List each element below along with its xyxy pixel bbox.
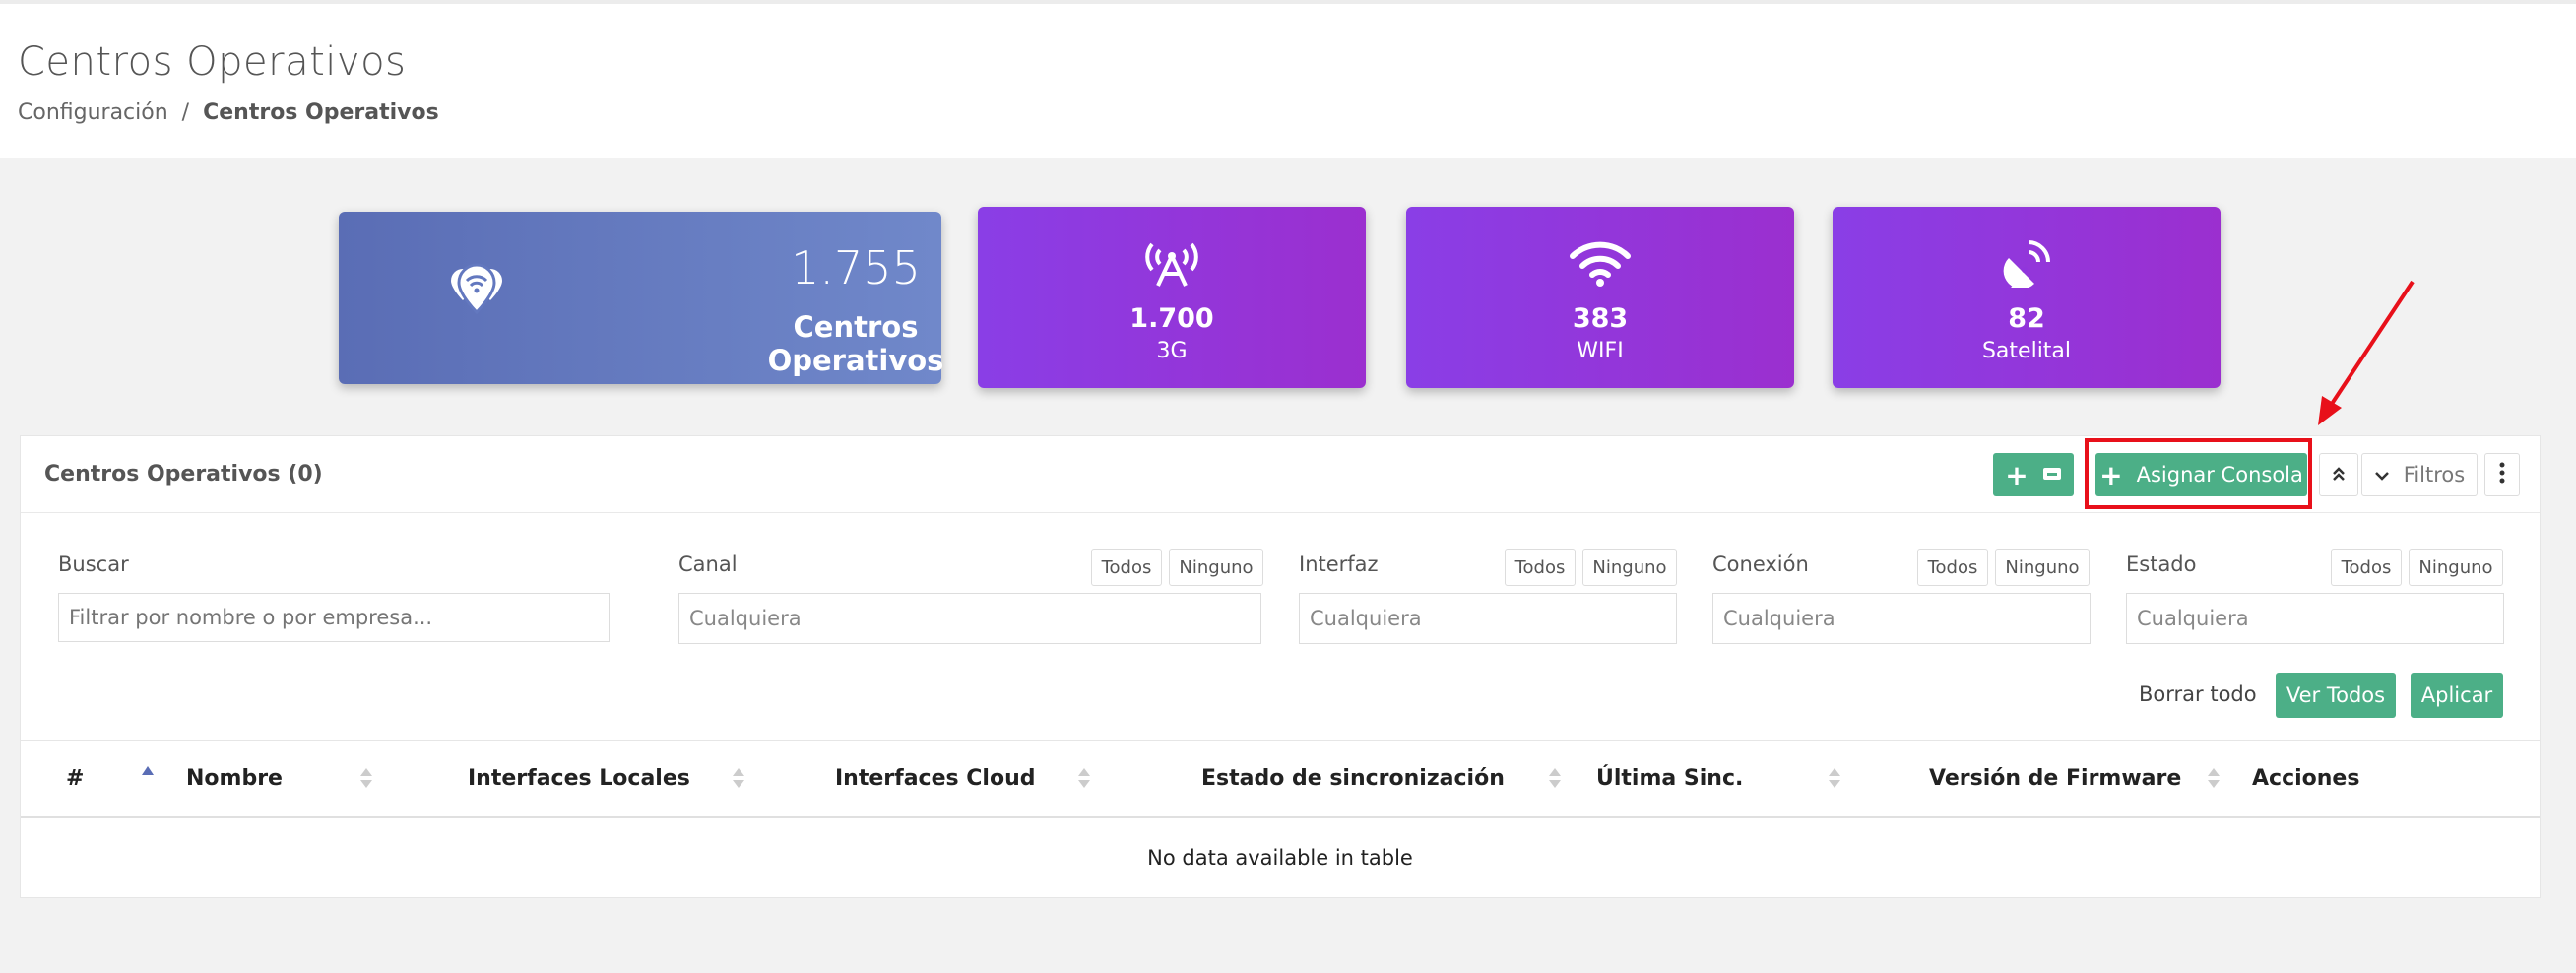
- interfaz-ninguno-button[interactable]: Ninguno: [1582, 549, 1677, 586]
- canal-ninguno-button[interactable]: Ninguno: [1169, 549, 1263, 586]
- breadcrumb: Configuración / Centros Operativos: [18, 100, 439, 125]
- stat-card-satelital: 82 Satelital: [1833, 207, 2221, 388]
- conexion-todos-button[interactable]: Todos: [1917, 549, 1988, 586]
- canal-todos-button[interactable]: Todos: [1091, 549, 1162, 586]
- stat-card-wifi: 383 WIFI: [1406, 207, 1794, 388]
- sort-asc-icon[interactable]: [141, 764, 155, 792]
- estado-ninguno-button[interactable]: Ninguno: [2409, 549, 2503, 586]
- sort-icon[interactable]: [2207, 764, 2221, 792]
- plus-icon: +: [2005, 458, 2029, 491]
- stat-satelital-label: Satelital: [1981, 339, 2072, 363]
- stat-main-label: Centros Operativos: [767, 310, 944, 377]
- collapse-button[interactable]: [2319, 453, 2358, 496]
- panel-title: Centros Operativos (0): [44, 462, 323, 486]
- stat-wifi-value: 383: [1572, 303, 1629, 334]
- page-title: Centros Operativos: [18, 39, 407, 85]
- search-label: Buscar: [58, 552, 129, 576]
- chevron-down-icon: [2374, 463, 2390, 486]
- canal-label: Canal: [678, 552, 738, 576]
- page-header: Centros Operativos Configuración / Centros…: [0, 0, 2576, 158]
- sort-icon[interactable]: [1548, 764, 1562, 792]
- apply-button[interactable]: Aplicar: [2411, 673, 2503, 718]
- table-header: # Nombre Interfaces Locales Interfaces C…: [21, 740, 2540, 818]
- estado-select[interactable]: Cualquiera: [2126, 593, 2504, 644]
- antenna-icon: [978, 238, 1366, 288]
- conexion-select[interactable]: Cualquiera: [1712, 593, 2091, 644]
- filters-button[interactable]: Filtros: [2361, 453, 2478, 496]
- wifi-icon: [1406, 238, 1794, 288]
- col-index[interactable]: #: [66, 766, 84, 791]
- add-console-button[interactable]: +: [1993, 453, 2074, 496]
- satellite-dish-icon: [1833, 238, 2221, 288]
- col-acciones: Acciones: [2252, 766, 2360, 791]
- col-ultima-sinc[interactable]: Última Sinc.: [1596, 766, 1743, 791]
- vertical-dots-icon: [2499, 462, 2505, 488]
- clear-all-button[interactable]: Borrar todo: [2139, 682, 2257, 706]
- estado-label: Estado: [2126, 552, 2197, 576]
- stat-3g-value: 1.700: [1129, 303, 1214, 334]
- table-empty-row: No data available in table: [1147, 846, 1413, 870]
- canal-select[interactable]: Cualquiera: [678, 593, 1261, 644]
- col-interfaces-cloud[interactable]: Interfaces Cloud: [835, 766, 1035, 791]
- sort-icon[interactable]: [1077, 764, 1091, 792]
- sort-icon[interactable]: [1828, 764, 1841, 792]
- search-input[interactable]: [58, 593, 610, 642]
- estado-todos-button[interactable]: Todos: [2331, 549, 2402, 586]
- stat-wifi-label: WIFI: [1577, 339, 1624, 363]
- console-icon: [2042, 463, 2062, 486]
- view-all-button[interactable]: Ver Todos: [2276, 673, 2396, 718]
- chevron-double-up-icon: [2332, 463, 2346, 486]
- stat-main-value: 1.755: [791, 241, 921, 294]
- sort-icon[interactable]: [732, 764, 745, 792]
- col-nombre[interactable]: Nombre: [186, 766, 283, 791]
- conexion-label: Conexión: [1712, 552, 1809, 576]
- col-version-firmware[interactable]: Versión de Firmware: [1929, 766, 2181, 791]
- breadcrumb-separator: /: [181, 100, 190, 125]
- interfaz-todos-button[interactable]: Todos: [1505, 549, 1576, 586]
- annotation-arrow: [2318, 280, 2415, 425]
- stat-card-3g: 1.700 3G: [978, 207, 1366, 388]
- filters-label: Filtros: [2403, 463, 2466, 486]
- more-options-button[interactable]: [2484, 453, 2520, 496]
- sort-icon[interactable]: [359, 764, 373, 792]
- stat-card-centros: 1.755 Centros Operativos: [339, 212, 943, 384]
- conexion-ninguno-button[interactable]: Ninguno: [1995, 549, 2090, 586]
- interfaz-select[interactable]: Cualquiera: [1299, 593, 1677, 644]
- col-interfaces-locales[interactable]: Interfaces Locales: [468, 766, 690, 791]
- location-wifi-icon: [437, 259, 516, 322]
- interfaz-label: Interfaz: [1299, 552, 1379, 576]
- annotation-highlight-box: [2085, 438, 2312, 509]
- breadcrumb-current: Centros Operativos: [203, 100, 439, 125]
- col-estado-sincronizacion[interactable]: Estado de sincronización: [1201, 766, 1505, 791]
- breadcrumb-config[interactable]: Configuración: [18, 100, 168, 125]
- stat-satelital-value: 82: [2008, 303, 2045, 334]
- stat-3g-label: 3G: [1156, 339, 1188, 363]
